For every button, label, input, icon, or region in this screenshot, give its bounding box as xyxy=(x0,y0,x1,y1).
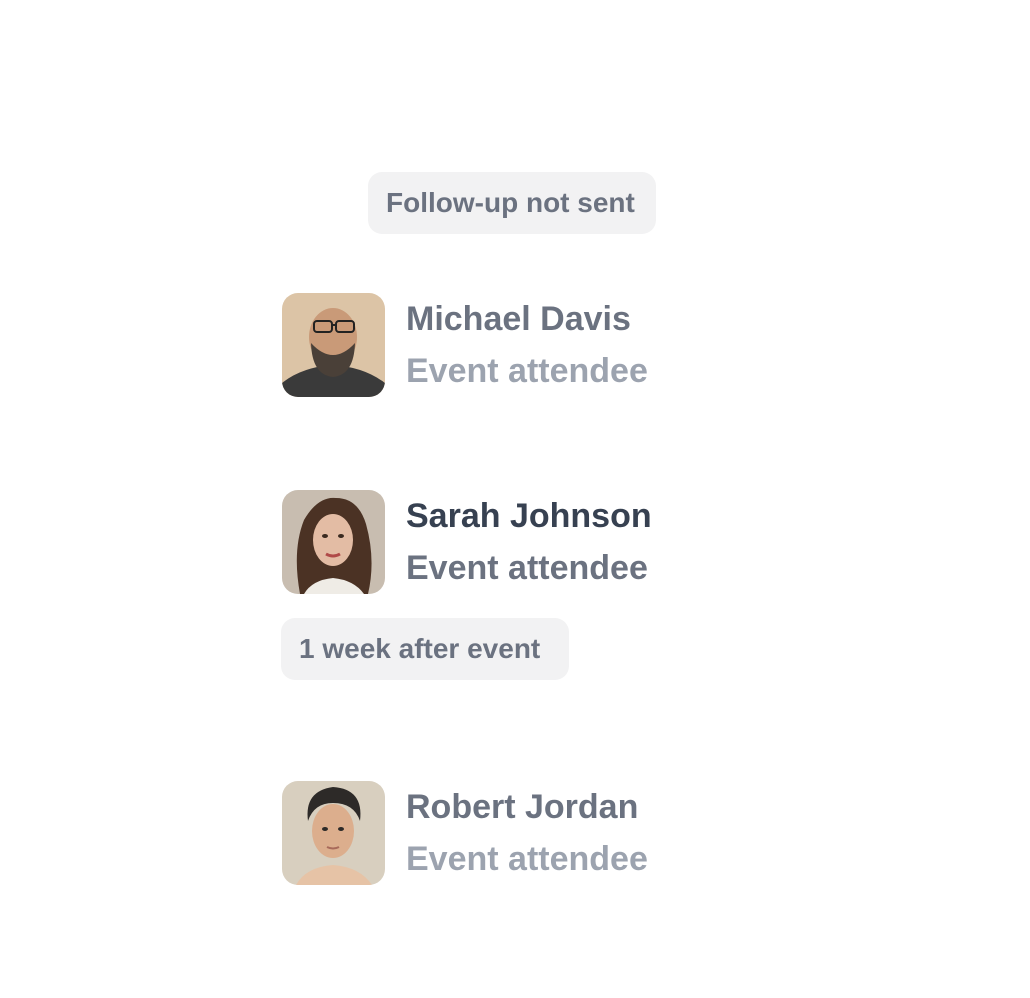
avatar xyxy=(282,490,385,594)
contact-role: Event attendee xyxy=(406,352,648,390)
avatar xyxy=(282,781,385,885)
contact-name: Sarah Johnson xyxy=(406,497,652,535)
avatar-photo-young-man xyxy=(282,781,385,885)
follow-up-timing-badge: 1 week after event xyxy=(281,618,569,680)
avatar-photo-woman xyxy=(282,490,385,594)
contact-role: Event attendee xyxy=(406,549,648,587)
contact-role: Event attendee xyxy=(406,840,648,878)
contact-card-robert-jordan[interactable]: Robert Jordan Event attendee xyxy=(282,781,702,885)
follow-up-status-badge: Follow-up not sent xyxy=(368,172,656,234)
contact-name: Robert Jordan xyxy=(406,788,639,826)
contact-card-sarah-johnson[interactable]: Sarah Johnson Event attendee xyxy=(282,490,702,594)
avatar xyxy=(282,293,385,397)
avatar-photo-bearded-man xyxy=(282,293,385,397)
contact-card-michael-davis[interactable]: Michael Davis Event attendee xyxy=(282,293,702,397)
contact-name: Michael Davis xyxy=(406,300,631,338)
